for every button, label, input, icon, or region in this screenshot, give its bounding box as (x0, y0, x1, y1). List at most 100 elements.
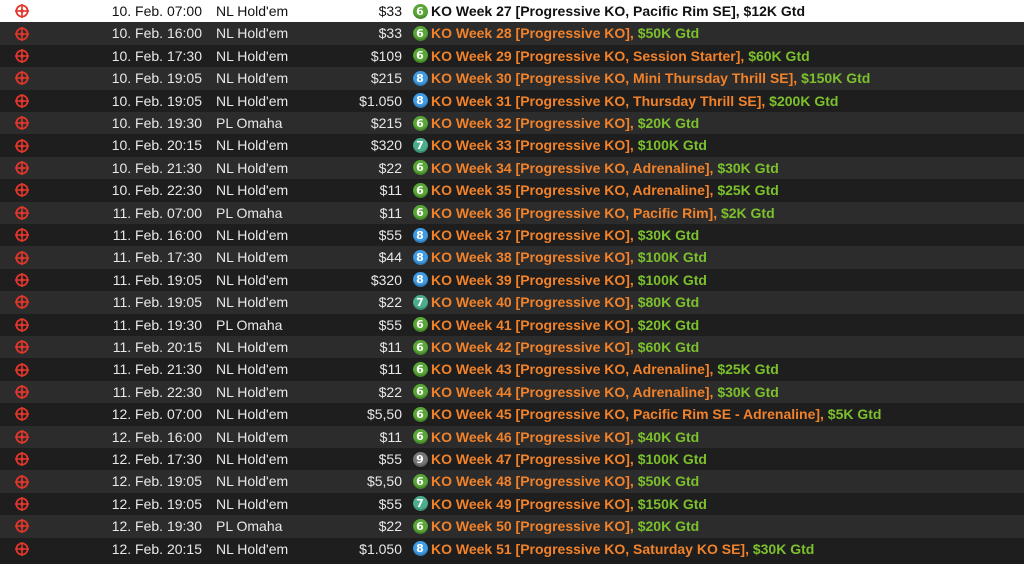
crosshair-icon (14, 269, 30, 291)
guarantee: $100K Gtd (633, 271, 707, 288)
tournament-row[interactable]: 10. Feb. 07:00 NL Hold'em $33 6 KO Week 27 [… (0, 0, 1024, 23)
tournament-row[interactable]: 12. Feb. 19:05 NL Hold'em $55 7 KO Week 49 [… (0, 492, 1024, 516)
tournament-row[interactable]: 11. Feb. 19:05 NL Hold'em $22 7 KO Week 40 [… (0, 291, 1024, 314)
crosshair-icon (14, 314, 30, 336)
tournament-row[interactable]: 11. Feb. 19:30 PL Omaha $55 6 KO Week 41 [Pr… (0, 313, 1024, 336)
tournament-row[interactable]: 12. Feb. 19:05 NL Hold'em $5,50 6 KO Week 48… (0, 470, 1024, 493)
buy-in: $55 (378, 316, 402, 333)
table-size-value: 8 (412, 250, 428, 266)
table-size-badge: 6 (412, 515, 428, 537)
guarantee: $150K Gtd (797, 70, 871, 87)
tournament-row[interactable]: 10. Feb. 19:30 PL Omaha $215 6 KO Week 32 [P… (0, 112, 1024, 135)
start-date: 12. Feb. (111, 428, 164, 445)
game-type: NL Hold'em (216, 47, 289, 64)
tournament-row[interactable]: 11. Feb. 20:15 NL Hold'em $11 6 KO Week 42 [… (0, 336, 1024, 359)
start-date: 11. Feb. (112, 249, 164, 266)
tournament-row[interactable]: 10. Feb. 20:15 NL Hold'em $320 7 KO Week 33 … (0, 134, 1024, 157)
tournament-name: KO Week 40 [Progressive KO], $80K Gtd (431, 291, 699, 313)
start-datetime: 10. Feb. 21:30 (40, 157, 202, 179)
table-size-badge: 7 (412, 134, 428, 156)
start-date: 12. Feb. (111, 473, 164, 490)
tournament-title: KO Week 31 [Progressive KO, Thursday Thr… (431, 92, 766, 109)
tournament-row[interactable]: 10. Feb. 16:00 NL Hold'em $33 6 KO Week 28 [… (0, 22, 1024, 45)
game-type: NL Hold'em (216, 92, 289, 109)
start-time: 19:05 (166, 473, 202, 490)
tournament-row[interactable]: 12. Feb. 19:30 PL Omaha $22 6 KO Week 50 [Pr… (0, 515, 1024, 538)
tournament-row[interactable]: 10. Feb. 19:05 NL Hold'em $215 8 KO Week 30 … (0, 67, 1024, 90)
tournament-row[interactable]: 10. Feb. 22:30 NL Hold'em $11 6 KO Week 35 [… (0, 179, 1024, 202)
start-date: 10. Feb. (111, 3, 164, 19)
tournament-title: KO Week 43 [Progressive KO, Adrenaline], (431, 361, 714, 378)
game-type: NL Hold'em (216, 540, 289, 557)
table-size-badge: 8 (412, 538, 428, 560)
tournament-row[interactable]: 12. Feb. 07:00 NL Hold'em $5,50 6 KO Week 45… (0, 403, 1024, 426)
table-size-badge: 6 (412, 157, 428, 179)
table-size-value: 6 (412, 160, 428, 176)
game-type: NL Hold'em (216, 294, 289, 311)
tournament-row[interactable]: 11. Feb. 21:30 NL Hold'em $11 6 KO Week 43 [… (0, 358, 1024, 381)
tournament-row[interactable]: 11. Feb. 07:00 PL Omaha $11 6 KO Week 36 [Pr… (0, 201, 1024, 224)
tournament-title: KO Week 47 [Progressive KO], (431, 451, 634, 467)
tournament-name: KO Week 31 [Progressive KO, Thursday Thr… (431, 90, 838, 112)
buy-in: $22 (378, 383, 402, 400)
tournament-row[interactable]: 11. Feb. 19:05 NL Hold'em $320 8 KO Week 39 … (0, 268, 1024, 292)
table-size-value: 6 (412, 429, 428, 445)
table-size-badge: 8 (412, 90, 428, 112)
guarantee: $50K Gtd (633, 473, 700, 490)
start-datetime: 10. Feb. 17:30 (40, 45, 202, 67)
table-size-badge: 6 (412, 45, 428, 67)
tournament-title: KO Week 40 [Progressive KO], (431, 294, 634, 311)
tournament-row[interactable]: 10. Feb. 17:30 NL Hold'em $109 6 KO Week 29 … (0, 44, 1024, 68)
buy-in: $5,50 (366, 406, 402, 423)
tournament-name: KO Week 51 [Progressive KO, Saturday KO … (431, 538, 814, 560)
start-datetime: 10. Feb. 19:30 (40, 112, 202, 134)
tournament-row[interactable]: 11. Feb. 16:00 NL Hold'em $55 8 KO Week 37 [… (0, 224, 1024, 247)
start-time: 20:15 (166, 137, 202, 154)
guarantee: $30K Gtd (713, 159, 779, 176)
crosshair-icon (14, 426, 30, 448)
crosshair-icon (14, 246, 30, 268)
table-size-value: 6 (412, 362, 428, 378)
start-datetime: 10. Feb. 16:00 (40, 22, 202, 44)
crosshair-icon (14, 403, 30, 425)
start-date: 10. Feb. (111, 92, 164, 109)
crosshair-icon (14, 358, 30, 380)
start-time: 07:00 (166, 204, 202, 221)
start-date: 11. Feb. (112, 204, 164, 221)
start-date: 10. Feb. (111, 115, 164, 131)
tournament-row[interactable]: 12. Feb. 17:30 NL Hold'em $55 9 KO Week 47 [… (0, 448, 1024, 471)
guarantee: $100K Gtd (633, 137, 707, 154)
tournament-name: KO Week 50 [Progressive KO], $20K Gtd (431, 515, 699, 537)
tournament-name: KO Week 43 [Progressive KO, Adrenaline],… (431, 358, 779, 380)
tournament-row[interactable]: 10. Feb. 19:05 NL Hold'em $1.050 8 KO Week 3… (0, 89, 1024, 112)
buy-in: $22 (378, 294, 402, 311)
start-date: 12. Feb. (111, 518, 164, 535)
tournament-row[interactable]: 11. Feb. 17:30 NL Hold'em $44 8 KO Week 38 [… (0, 246, 1024, 269)
tournament-name: KO Week 30 [Progressive KO, Mini Thursda… (431, 67, 870, 89)
tournament-name: KO Week 35 [Progressive KO, Adrenaline],… (431, 179, 779, 201)
tournament-row[interactable]: 11. Feb. 22:30 NL Hold'em $22 6 KO Week 44 [… (0, 380, 1024, 404)
game-type: PL Omaha (216, 316, 283, 333)
tournament-name: KO Week 48 [Progressive KO], $50K Gtd (431, 470, 699, 492)
buy-in: $5,50 (366, 473, 402, 490)
start-time: 19:30 (166, 518, 202, 535)
crosshair-icon (14, 22, 30, 44)
tournament-name: KO Week 28 [Progressive KO], $50K Gtd (431, 22, 699, 44)
start-date: 12. Feb. (111, 495, 164, 512)
game-type: PL Omaha (216, 204, 283, 221)
start-time: 19:05 (166, 294, 202, 311)
buy-in: $22 (378, 518, 402, 535)
tournament-row[interactable]: 12. Feb. 20:15 NL Hold'em $1.050 8 KO Week 5… (0, 537, 1024, 560)
tournament-row[interactable]: 10. Feb. 21:30 NL Hold'em $22 6 KO Week 34 [… (0, 156, 1024, 180)
table-size-value: 6 (412, 339, 428, 355)
guarantee: $100K Gtd (633, 249, 707, 266)
table-size-badge: 6 (412, 22, 428, 44)
table-size-value: 6 (412, 518, 428, 534)
tournament-name: KO Week 44 [Progressive KO, Adrenaline],… (431, 381, 779, 403)
game-type: NL Hold'em (216, 339, 289, 355)
guarantee: $25K Gtd (713, 182, 779, 199)
tournament-row[interactable]: 12. Feb. 16:00 NL Hold'em $11 6 KO Week 46 [… (0, 425, 1024, 448)
buy-in: $22 (378, 159, 402, 176)
tournament-list: 10. Feb. 07:00 NL Hold'em $33 6 KO Week 27 [… (0, 0, 1024, 564)
start-time: 19:05 (166, 92, 202, 109)
